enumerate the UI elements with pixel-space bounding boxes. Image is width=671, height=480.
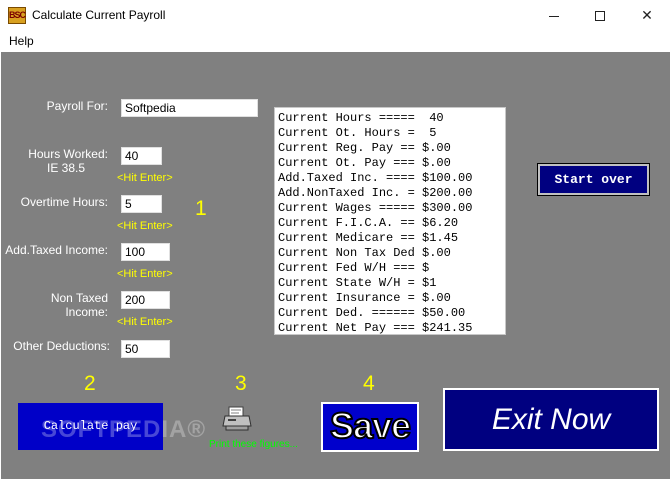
save-label: Save	[329, 404, 412, 447]
menu-help[interactable]: Help	[9, 34, 34, 48]
result-line: Current Ot. Pay === $.00	[278, 156, 451, 170]
result-line: Add.Taxed Inc. ==== $100.00	[278, 171, 473, 185]
result-line: Current Ot. Hours = 5	[278, 126, 437, 140]
overtime-label: Overtime Hours:	[20, 195, 108, 209]
softpedia-watermark: SOFTPEDIA®	[41, 416, 207, 443]
menu-bar: Help	[0, 31, 671, 52]
result-line: Current Medicare == $1.45	[278, 231, 459, 245]
result-line: Current Ded. ====== $50.00	[278, 306, 466, 320]
bsc-app-icon[interactable]: BSC	[8, 7, 26, 24]
maximize-icon	[595, 11, 605, 22]
result-line: Current Reg. Pay == $.00	[278, 141, 451, 155]
window-title: Calculate Current Payroll	[32, 8, 166, 22]
hours-worked-label: Hours Worked:	[28, 147, 108, 161]
hours-worked-sublabel: IE 38.5	[46, 161, 86, 175]
payroll-form: Payroll For: Softpedia Hours Worked: IE …	[1, 52, 670, 479]
other-deductions-label: Other Deductions:	[13, 339, 110, 353]
step-2-marker: 2	[84, 372, 96, 395]
other-deductions-input[interactable]: 50	[121, 340, 170, 358]
step-4-marker: 4	[363, 372, 375, 395]
non-taxed-hint: <Hit Enter>	[117, 316, 173, 328]
result-line: Current F.I.C.A. == $6.20	[278, 216, 459, 230]
exit-now-button[interactable]: Exit Now	[443, 388, 659, 451]
add-taxed-input[interactable]: 100	[121, 243, 170, 261]
payroll-for-input[interactable]: Softpedia	[121, 99, 258, 117]
step-1-marker: 1	[195, 197, 207, 220]
minimize-icon	[549, 15, 559, 17]
overtime-input[interactable]: 5	[121, 195, 162, 213]
step-3-marker: 3	[235, 372, 247, 395]
close-button[interactable]: ✕	[624, 0, 670, 31]
print-figures-link[interactable]: Print these figures...	[209, 439, 298, 450]
hours-worked-hint: <Hit Enter>	[117, 172, 173, 184]
result-line: Current Hours ===== 40	[278, 111, 444, 125]
result-line: Current Wages ===== $300.00	[278, 201, 473, 215]
result-line: Current Fed W/H === $	[278, 261, 430, 275]
non-taxed-input[interactable]: 200	[121, 291, 170, 309]
non-taxed-label: Non Taxed Income:	[50, 291, 108, 319]
payroll-for-label: Payroll For:	[46, 99, 108, 113]
result-line: Current Net Pay === $241.35	[278, 321, 473, 335]
add-taxed-label: Add.Taxed Income:	[5, 243, 108, 257]
minimize-button[interactable]	[531, 0, 577, 31]
hours-worked-input[interactable]: 40	[121, 147, 162, 165]
result-line: Current Non Tax Ded $.00	[278, 246, 451, 260]
printer-icon[interactable]	[222, 406, 252, 432]
title-bar: BSC Calculate Current Payroll ✕	[0, 0, 671, 31]
result-line: Add.NonTaxed Inc. = $200.00	[278, 186, 473, 200]
result-line: Current State W/H = $1	[278, 276, 437, 290]
results-list[interactable]: Current Hours ===== 40 Current Ot. Hours…	[274, 107, 506, 335]
maximize-button[interactable]	[577, 0, 623, 31]
result-line: Current Insurance = $.00	[278, 291, 451, 305]
overtime-hint: <Hit Enter>	[117, 220, 173, 232]
start-over-button[interactable]: Start over	[537, 163, 650, 196]
save-button[interactable]: Save	[321, 402, 419, 452]
close-icon: ✕	[641, 7, 653, 23]
add-taxed-hint: <Hit Enter>	[117, 268, 173, 280]
